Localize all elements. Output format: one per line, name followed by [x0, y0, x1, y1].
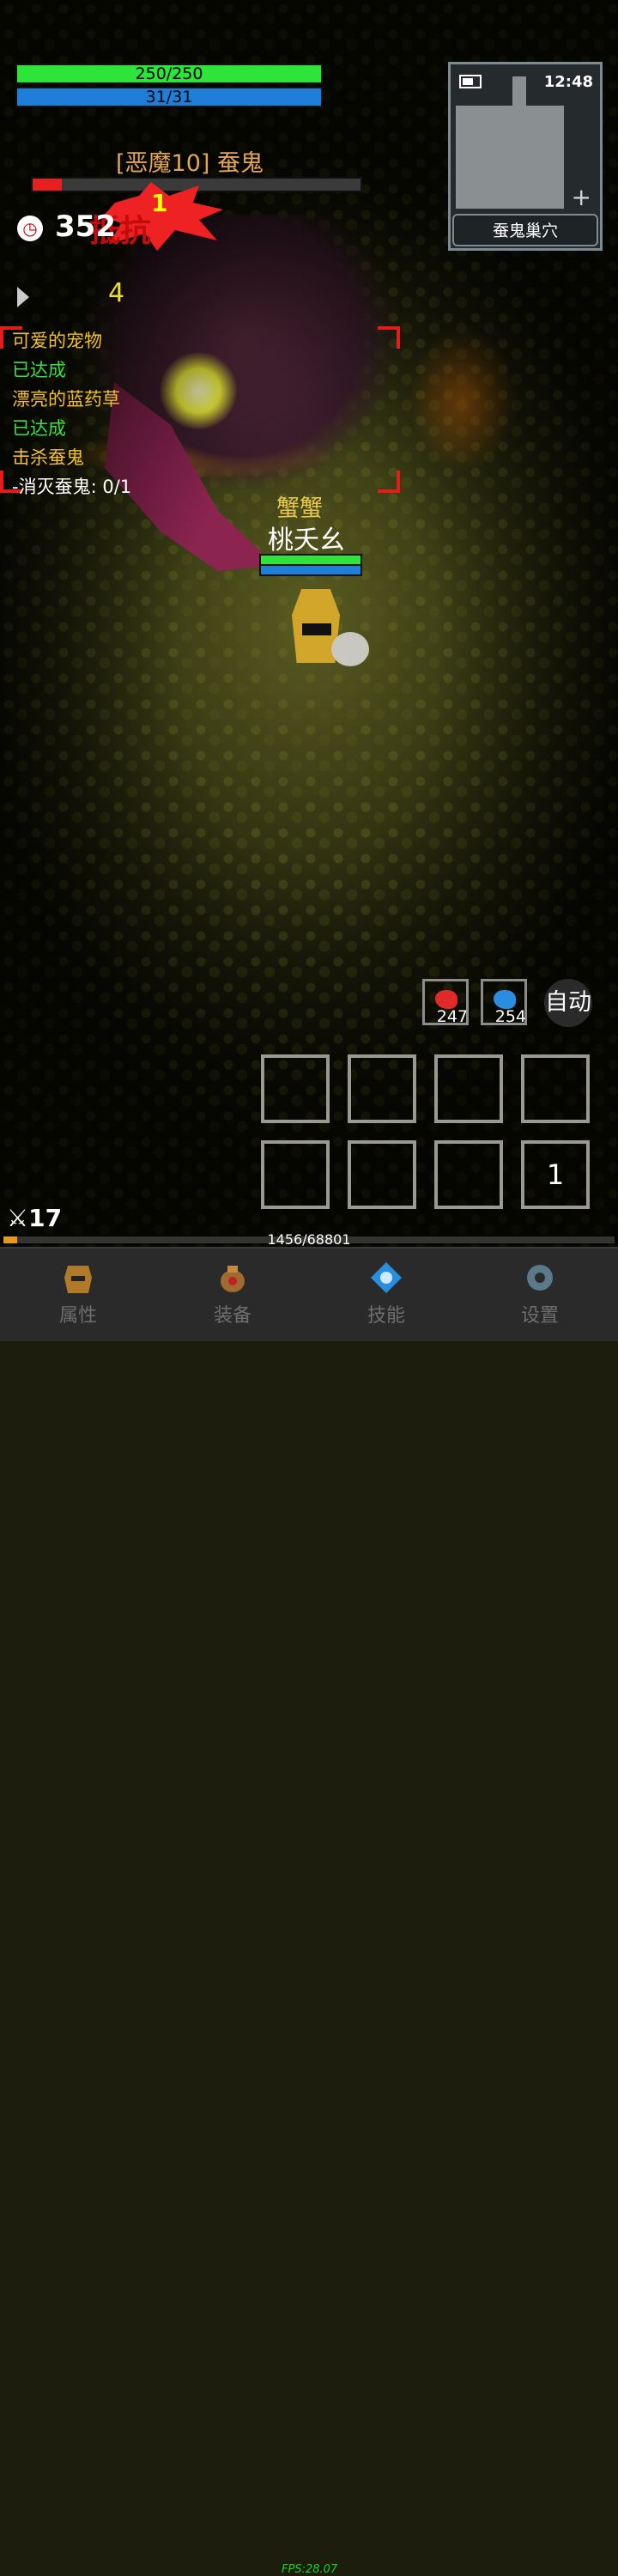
timer: ◷ 352: [17, 210, 116, 244]
quest-title: 击杀蚕鬼: [12, 447, 84, 468]
hp-potion-button[interactable]: 247: [422, 979, 469, 1026]
gear-icon: [527, 1265, 553, 1291]
boss-hp-fill: [33, 179, 63, 191]
skill-slot-5[interactable]: [261, 1140, 330, 1209]
nav-label: 技能: [367, 1305, 405, 1327]
quest-collapse-icon[interactable]: [17, 287, 29, 307]
target-corner: [378, 471, 400, 493]
mp-potion-button[interactable]: 254: [481, 979, 527, 1026]
mp-bar: 31/31: [15, 87, 323, 107]
minimap[interactable]: 12:48 + 蚕鬼巢穴: [448, 62, 603, 251]
nav-label: 设置: [520, 1305, 559, 1327]
damage-number: 1: [151, 189, 168, 217]
skill-slot-3[interactable]: [434, 1054, 503, 1123]
target-corner: [378, 326, 400, 349]
bag-icon: [221, 1266, 245, 1292]
minimap-room: [456, 106, 564, 209]
shield-icon: [331, 632, 369, 666]
clock: 12:48: [543, 73, 593, 91]
hp-potion-count: 247: [436, 1007, 468, 1026]
skill-slot-1[interactable]: [261, 1054, 330, 1123]
skill-slot-7[interactable]: [434, 1140, 503, 1209]
minimap-expand-icon[interactable]: +: [572, 183, 591, 211]
clock-icon: ◷: [17, 215, 43, 241]
boss-name: [恶魔10] 蚕鬼: [116, 150, 264, 177]
quest-tracker[interactable]: 可爱的宠物 已达成 漂亮的蓝药草 已达成 击杀蚕鬼 -消灭蚕鬼: 0/1: [12, 326, 131, 501]
skill-slot-2[interactable]: [348, 1054, 416, 1123]
sword-icon: ⚔: [7, 1204, 29, 1232]
fps-counter: FPS:28.07: [282, 2563, 338, 2576]
nav-label: 装备: [213, 1305, 251, 1327]
battery-icon: [459, 75, 482, 88]
hp-bar: 250/250: [15, 64, 323, 84]
level-value: 17: [28, 1204, 63, 1232]
quest-status: 已达成: [12, 360, 66, 380]
nav-settings[interactable]: 设置: [493, 1261, 587, 1327]
xp-text: 1456/68801: [267, 1231, 351, 1248]
player-mp-bar: [259, 564, 362, 576]
skill-slot-4[interactable]: [521, 1054, 590, 1123]
nav-equipment[interactable]: 装备: [185, 1261, 280, 1327]
nav-skills[interactable]: 技能: [339, 1261, 433, 1327]
nav-label: 属性: [58, 1305, 97, 1327]
helmet-icon: [64, 1266, 92, 1293]
quest-title: 可爱的宠物: [12, 331, 102, 351]
quest-progress: -消灭蚕鬼: 0/1: [12, 477, 132, 497]
skill-slot-8[interactable]: 1: [521, 1140, 590, 1209]
quest-status: 已达成: [12, 418, 66, 439]
player-name: 桃夭幺: [268, 526, 345, 556]
location-name: 蚕鬼巢穴: [452, 214, 598, 246]
skill-slot-count: 1: [546, 1158, 565, 1191]
quest-title: 漂亮的蓝药草: [12, 389, 120, 410]
floating-number: 4: [108, 278, 125, 308]
mp-potion-count: 254: [494, 1007, 526, 1026]
auto-button[interactable]: 自动: [544, 979, 592, 1027]
bottom-nav: 属性 装备 技能 设置 FPS:28.07: [0, 1247, 618, 2576]
timer-value: 352: [55, 210, 116, 244]
mp-potion-icon: [494, 990, 516, 1009]
crystal-icon: [371, 1262, 402, 1293]
hp-potion-icon: [435, 990, 457, 1009]
nav-attributes[interactable]: 属性: [31, 1261, 125, 1327]
skill-slot-6[interactable]: [348, 1140, 416, 1209]
player-level: ⚔17: [7, 1204, 62, 1232]
player-visor: [302, 623, 331, 635]
